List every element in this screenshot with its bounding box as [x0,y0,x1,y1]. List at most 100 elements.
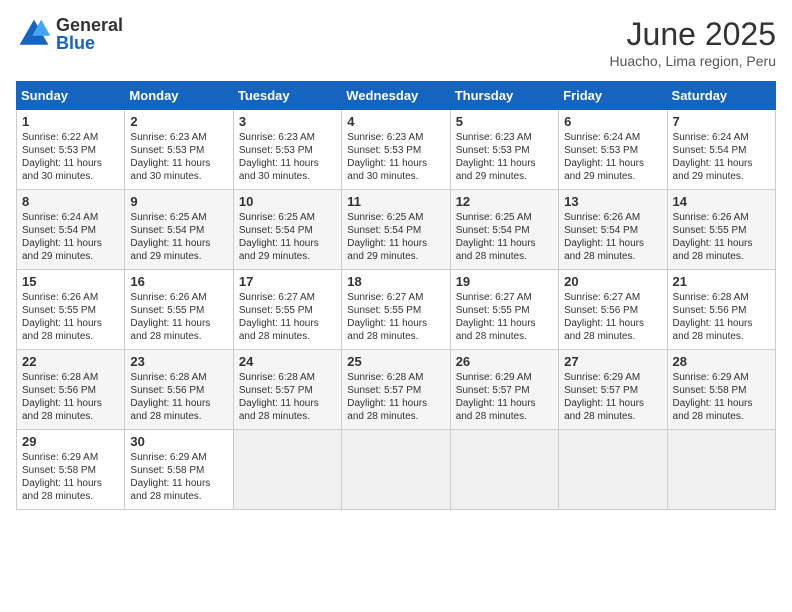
day-number: 29 [22,434,119,449]
header-friday: Friday [559,82,667,110]
day-info: Sunrise: 6:27 AM Sunset: 5:56 PM Dayligh… [564,291,661,343]
day-number: 23 [130,354,227,369]
calendar-week-row: 8 Sunrise: 6:24 AM Sunset: 5:54 PM Daylig… [17,190,776,270]
logo-blue: Blue [56,34,123,52]
day-info: Sunrise: 6:22 AM Sunset: 5:53 PM Dayligh… [22,131,119,183]
day-number: 10 [239,194,336,209]
day-number: 11 [347,194,444,209]
day-info: Sunrise: 6:27 AM Sunset: 5:55 PM Dayligh… [456,291,553,343]
calendar-cell: 30Sunrise: 6:29 AM Sunset: 5:58 PM Dayli… [125,430,233,510]
calendar-cell: 15 Sunrise: 6:26 AM Sunset: 5:55 PM Dayli… [17,270,125,350]
day-info: Sunrise: 6:29 AM Sunset: 5:57 PM Dayligh… [456,371,553,423]
title-block: June 2025 Huacho, Lima region, Peru [609,16,776,69]
day-info: Sunrise: 6:23 AM Sunset: 5:53 PM Dayligh… [239,131,336,183]
day-number: 27 [564,354,661,369]
calendar-cell [233,430,341,510]
calendar-cell: 26 Sunrise: 6:29 AM Sunset: 5:57 PM Dayli… [450,350,558,430]
day-info: Sunrise: 6:25 AM Sunset: 5:54 PM Dayligh… [456,211,553,263]
day-info: Sunrise: 6:23 AM Sunset: 5:53 PM Dayligh… [130,131,227,183]
calendar-cell: 20 Sunrise: 6:27 AM Sunset: 5:56 PM Dayli… [559,270,667,350]
calendar-cell [450,430,558,510]
day-info: Sunrise: 6:28 AM Sunset: 5:56 PM Dayligh… [673,291,770,343]
calendar-cell: 19 Sunrise: 6:27 AM Sunset: 5:55 PM Dayli… [450,270,558,350]
day-info: Sunrise: 6:28 AM Sunset: 5:56 PM Dayligh… [130,371,227,423]
day-number: 12 [456,194,553,209]
day-number: 7 [673,114,770,129]
header-monday: Monday [125,82,233,110]
calendar-cell: 6Sunrise: 6:24 AM Sunset: 5:53 PM Daylig… [559,110,667,190]
calendar-cell: 29 Sunrise: 6:29 AM Sunset: 5:58 PM Dayli… [17,430,125,510]
calendar-cell: 1 Sunrise: 6:22 AM Sunset: 5:53 PM Daylig… [17,110,125,190]
day-info: Sunrise: 6:29 AM Sunset: 5:58 PM Dayligh… [22,451,119,503]
day-number: 1 [22,114,119,129]
header-thursday: Thursday [450,82,558,110]
day-number: 18 [347,274,444,289]
day-info: Sunrise: 6:25 AM Sunset: 5:54 PM Dayligh… [347,211,444,263]
calendar-cell [667,430,775,510]
logo-general: General [56,16,123,34]
day-number: 24 [239,354,336,369]
day-number: 20 [564,274,661,289]
calendar-cell: 5 Sunrise: 6:23 AM Sunset: 5:53 PM Daylig… [450,110,558,190]
calendar-cell: 17 Sunrise: 6:27 AM Sunset: 5:55 PM Dayli… [233,270,341,350]
day-info: Sunrise: 6:26 AM Sunset: 5:54 PM Dayligh… [564,211,661,263]
day-number: 15 [22,274,119,289]
day-number: 19 [456,274,553,289]
calendar-cell: 18Sunrise: 6:27 AM Sunset: 5:55 PM Dayli… [342,270,450,350]
day-info: Sunrise: 6:26 AM Sunset: 5:55 PM Dayligh… [22,291,119,343]
logo: General Blue [16,16,123,52]
calendar-cell: 16Sunrise: 6:26 AM Sunset: 5:55 PM Dayli… [125,270,233,350]
calendar-cell: 9 Sunrise: 6:25 AM Sunset: 5:54 PM Daylig… [125,190,233,270]
calendar-cell: 7 Sunrise: 6:24 AM Sunset: 5:54 PM Daylig… [667,110,775,190]
calendar-cell [559,430,667,510]
day-number: 4 [347,114,444,129]
day-number: 9 [130,194,227,209]
day-number: 13 [564,194,661,209]
day-info: Sunrise: 6:23 AM Sunset: 5:53 PM Dayligh… [456,131,553,183]
calendar-cell: 23 Sunrise: 6:28 AM Sunset: 5:56 PM Dayli… [125,350,233,430]
calendar-week-row: 22Sunrise: 6:28 AM Sunset: 5:56 PM Dayli… [17,350,776,430]
day-number: 2 [130,114,227,129]
day-info: Sunrise: 6:29 AM Sunset: 5:57 PM Dayligh… [564,371,661,423]
day-info: Sunrise: 6:28 AM Sunset: 5:57 PM Dayligh… [239,371,336,423]
day-number: 26 [456,354,553,369]
day-number: 28 [673,354,770,369]
day-number: 14 [673,194,770,209]
day-number: 21 [673,274,770,289]
calendar-header-row: Sunday Monday Tuesday Wednesday Thursday… [17,82,776,110]
day-number: 8 [22,194,119,209]
day-info: Sunrise: 6:25 AM Sunset: 5:54 PM Dayligh… [130,211,227,263]
calendar-cell: 28 Sunrise: 6:29 AM Sunset: 5:58 PM Dayli… [667,350,775,430]
day-info: Sunrise: 6:27 AM Sunset: 5:55 PM Dayligh… [239,291,336,343]
day-info: Sunrise: 6:24 AM Sunset: 5:54 PM Dayligh… [22,211,119,263]
calendar-cell: 11 Sunrise: 6:25 AM Sunset: 5:54 PM Dayli… [342,190,450,270]
calendar-cell [342,430,450,510]
logo-text: General Blue [56,16,123,52]
day-info: Sunrise: 6:29 AM Sunset: 5:58 PM Dayligh… [130,451,227,503]
calendar-cell: 8 Sunrise: 6:24 AM Sunset: 5:54 PM Daylig… [17,190,125,270]
calendar-cell: 21 Sunrise: 6:28 AM Sunset: 5:56 PM Dayli… [667,270,775,350]
calendar-cell: 4 Sunrise: 6:23 AM Sunset: 5:53 PM Daylig… [342,110,450,190]
day-info: Sunrise: 6:26 AM Sunset: 5:55 PM Dayligh… [673,211,770,263]
day-info: Sunrise: 6:28 AM Sunset: 5:57 PM Dayligh… [347,371,444,423]
calendar-table: Sunday Monday Tuesday Wednesday Thursday… [16,81,776,510]
day-info: Sunrise: 6:24 AM Sunset: 5:53 PM Dayligh… [564,131,661,183]
header-sunday: Sunday [17,82,125,110]
day-info: Sunrise: 6:26 AM Sunset: 5:55 PM Dayligh… [130,291,227,343]
day-info: Sunrise: 6:24 AM Sunset: 5:54 PM Dayligh… [673,131,770,183]
page-header: General Blue June 2025 Huacho, Lima regi… [16,16,776,69]
calendar-cell: 22Sunrise: 6:28 AM Sunset: 5:56 PM Dayli… [17,350,125,430]
day-number: 25 [347,354,444,369]
day-info: Sunrise: 6:29 AM Sunset: 5:58 PM Dayligh… [673,371,770,423]
day-info: Sunrise: 6:23 AM Sunset: 5:53 PM Dayligh… [347,131,444,183]
header-wednesday: Wednesday [342,82,450,110]
calendar-title: June 2025 [609,16,776,53]
day-number: 5 [456,114,553,129]
day-number: 3 [239,114,336,129]
calendar-week-row: 1 Sunrise: 6:22 AM Sunset: 5:53 PM Daylig… [17,110,776,190]
calendar-week-row: 29 Sunrise: 6:29 AM Sunset: 5:58 PM Dayli… [17,430,776,510]
header-tuesday: Tuesday [233,82,341,110]
calendar-cell: 3 Sunrise: 6:23 AM Sunset: 5:53 PM Daylig… [233,110,341,190]
day-number: 17 [239,274,336,289]
calendar-cell: 27 Sunrise: 6:29 AM Sunset: 5:57 PM Dayli… [559,350,667,430]
